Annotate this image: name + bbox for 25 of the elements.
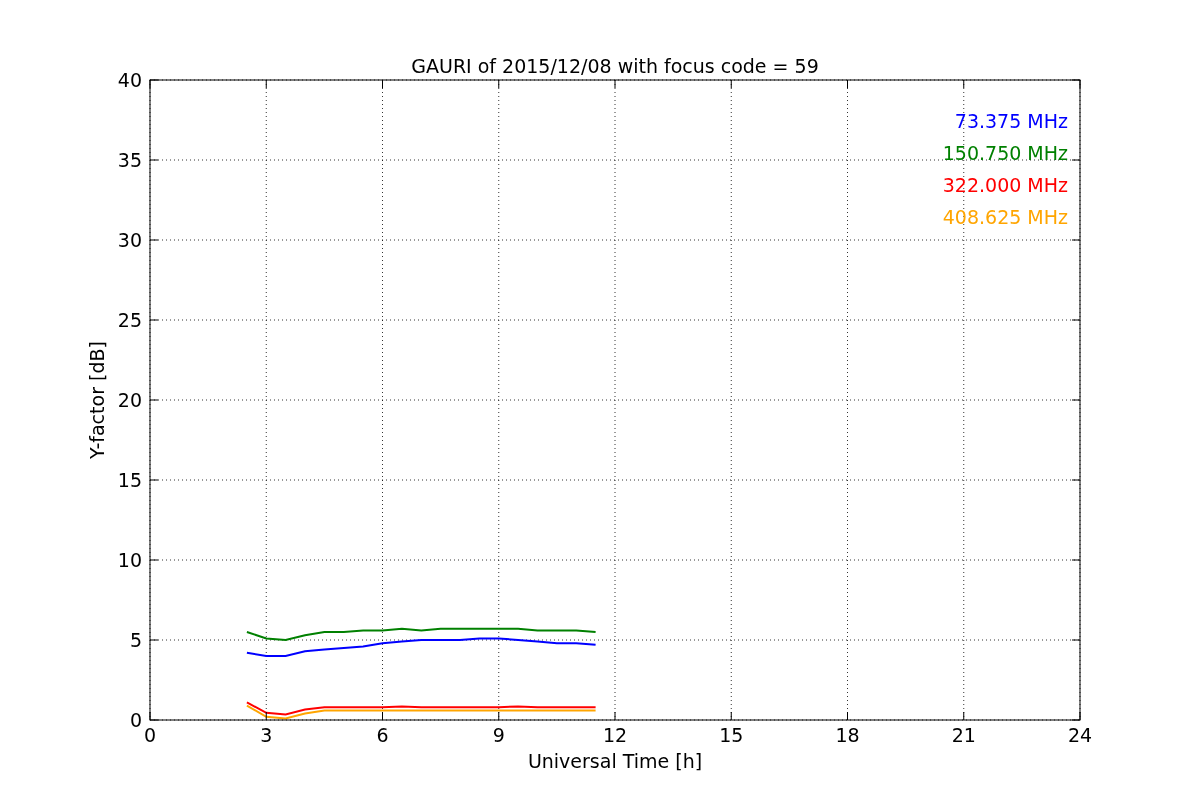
tick-label: 21 — [951, 724, 976, 746]
tick-label: 18 — [835, 724, 860, 746]
legend-label: 408.625 MHz — [942, 206, 1068, 228]
y-axis-label: Y-factor [dB] — [86, 341, 108, 459]
legend-label: 150.750 MHz — [942, 142, 1068, 164]
tick-label: 3 — [260, 724, 273, 746]
tick-label: 30 — [117, 229, 142, 251]
tick-label: 35 — [117, 149, 142, 171]
tick-label: 20 — [117, 389, 142, 411]
legend-label: 322.000 MHz — [942, 174, 1068, 196]
x-axis-label: Universal Time [h] — [527, 750, 703, 772]
tick-label: 5 — [129, 629, 142, 651]
legend-label: 73.375 MHz — [954, 110, 1068, 132]
tick-label: 0 — [143, 724, 157, 746]
tick-label: 9 — [492, 724, 505, 746]
tick-label: 0 — [129, 709, 142, 731]
tick-label: 15 — [117, 469, 142, 491]
tick-label: 12 — [602, 724, 628, 746]
chart-title: GAURI of 2015/12/08 with focus code = 59 — [411, 55, 819, 77]
tick-label: 25 — [117, 309, 142, 331]
tick-label: 15 — [719, 724, 744, 746]
tick-label: 10 — [117, 549, 142, 571]
tick-label: 6 — [376, 724, 389, 746]
tick-label: 24 — [1067, 724, 1093, 746]
tick-label: 40 — [117, 69, 142, 91]
